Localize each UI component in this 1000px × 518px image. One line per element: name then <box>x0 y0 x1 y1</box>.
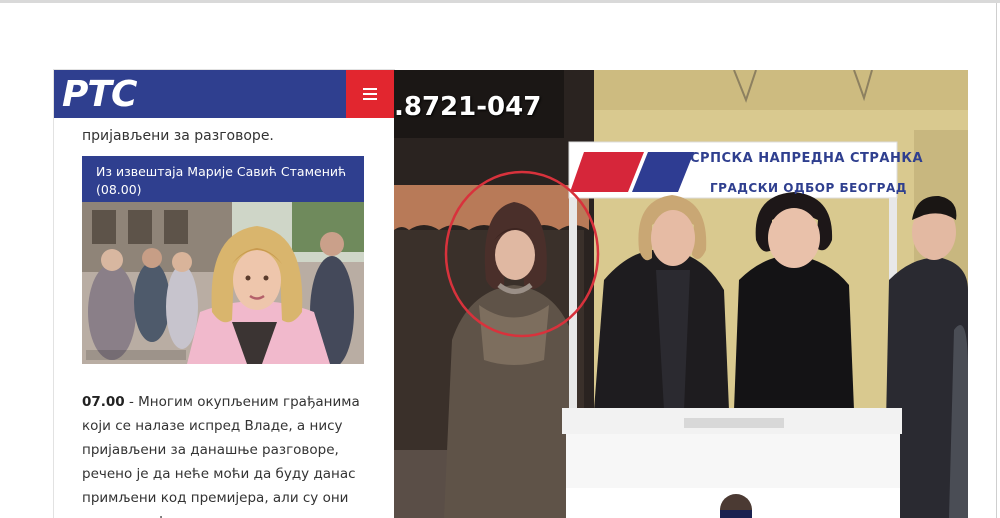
article-line: примљени код премијера, али су они <box>82 490 349 506</box>
article-timestamp: 07.00 <box>82 394 125 410</box>
rts-header: РТС <box>54 70 394 118</box>
article-line: 07.00 - Многим окупљеним грађанима <box>82 390 362 414</box>
right-rule <box>996 3 997 518</box>
video-caption-title: Из извештаја Марије Савић Стаменић <box>96 164 347 179</box>
top-rule <box>0 0 1000 3</box>
party-banner-title: СРПСКА НАПРЕДНА СТРАНКА <box>690 151 924 166</box>
rts-logo[interactable]: РТС <box>62 74 137 115</box>
video-caption-time: (08.00) <box>96 182 142 197</box>
hamburger-menu-button[interactable] <box>346 70 394 118</box>
party-stand-photo <box>394 70 968 518</box>
street-photo-image <box>394 70 968 518</box>
article-line: речено је да неће моћи да буду данас <box>82 466 356 482</box>
article-body: 07.00 - Многим окупљеним грађанима који … <box>82 390 362 518</box>
shop-phone-sign: .8721-047 <box>394 92 542 122</box>
video-thumbnail[interactable] <box>82 202 364 364</box>
video-caption-bar: Из извештаја Марије Савић Стаменић (08.0… <box>82 156 364 202</box>
article-line: попунили формуларе. <box>82 510 362 518</box>
article-line: пријављени за данашње разговоре, <box>82 442 339 458</box>
menu-bar-icon <box>363 98 377 100</box>
menu-bar-icon <box>363 88 377 90</box>
reporter-video-image <box>82 202 364 364</box>
article-line-text: - Многим окупљеним грађанима <box>124 394 360 410</box>
menu-bar-icon <box>363 93 377 95</box>
article-line: који се налазе испред Владе, а нису <box>82 418 343 434</box>
article-intro-text: пријављени за разговоре. <box>82 128 274 144</box>
rts-article-panel: РТС пријављени за разговоре. Из извештај… <box>54 70 394 518</box>
party-banner-subtitle: ГРАДСКИ ОДБОР БЕОГРАД <box>710 181 907 195</box>
